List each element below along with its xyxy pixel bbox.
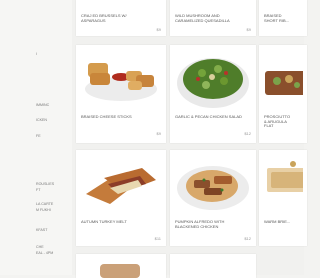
flatbread-photo: [263, 49, 303, 111]
sidebar-item[interactable]: KFAST: [36, 228, 47, 232]
menu-card[interactable]: PROSCIUTTO & ARUGULA FLAT: [259, 45, 307, 143]
menu-card[interactable]: WARM BRIE...: [259, 150, 307, 246]
menu-item-title: GARLIC & PECAN CHICKEN SALAD: [175, 114, 242, 119]
sidebar-item[interactable]: I: [36, 52, 37, 56]
sidebar-item[interactable]: M FUKHI: [36, 208, 51, 212]
pasta-plate-photo: [174, 154, 252, 216]
menu-card[interactable]: AUTUMN TURKEY MELT $11: [76, 150, 166, 246]
cheese-plate-photo: [263, 154, 303, 216]
sidebar-item[interactable]: EAL - 4PM: [36, 251, 53, 255]
menu-item-price: $12: [244, 236, 251, 241]
sidebar-item[interactable]: CHE: [36, 245, 44, 249]
menu-item-price: $9: [156, 131, 161, 136]
fried-cheese-sticks-photo: [80, 49, 162, 111]
panini-photo: [80, 154, 162, 216]
menu-card[interactable]: GARLIC & PECAN CHICKEN SALAD $12: [170, 45, 256, 143]
menu-item-title: BRAISED SHORT RIB...: [264, 13, 289, 23]
sidebar-item[interactable]: ICKEN: [36, 118, 47, 122]
category-sidebar: I IMMINC ICKEN FE ROUSLIES FT LA CARTE M…: [0, 0, 72, 275]
menu-item-title: AUTUMN TURKEY MELT: [81, 219, 127, 224]
menu-item-title: PROSCIUTTO & ARUGULA FLAT: [264, 114, 291, 129]
menu-card[interactable]: CRAJ ED BRUSSELS W/ ASPARAGUS $9: [76, 0, 166, 36]
menu-item-title: WILD MUSHROOM AND CARAMELIZED QUESADILLA: [175, 13, 230, 23]
partial-food-photo: [76, 254, 166, 278]
menu-card[interactable]: BRAISED SHORT RIB...: [259, 0, 307, 36]
sidebar-item[interactable]: IMMINC: [36, 103, 49, 107]
menu-card[interactable]: BRAISED CHEESE STICKS $9: [76, 45, 166, 143]
green-salad-bowl-photo: [174, 49, 252, 111]
menu-item-title: CRAJ ED BRUSSELS W/ ASPARAGUS: [81, 13, 127, 23]
menu-item-price: $11: [154, 236, 161, 241]
sidebar-item[interactable]: LA CARTE: [36, 202, 53, 206]
menu-card[interactable]: WILD MUSHROOM AND CARAMELIZED QUESADILLA…: [170, 0, 256, 36]
menu-item-price: $12: [244, 131, 251, 136]
sidebar-item[interactable]: FT: [36, 188, 40, 192]
menu-item-title: WARM BRIE...: [264, 219, 291, 224]
menu-card[interactable]: [76, 254, 166, 278]
menu-item-price: $9: [156, 27, 161, 32]
sidebar-item[interactable]: ROUSLIES: [36, 182, 54, 186]
menu-card[interactable]: [170, 254, 256, 278]
menu-card[interactable]: PUMPKIN ALFREDO WITH BLACKENED CHICKEN $…: [170, 150, 256, 246]
menu-item-title: PUMPKIN ALFREDO WITH BLACKENED CHICKEN: [175, 219, 225, 229]
menu-item-title: BRAISED CHEESE STICKS: [81, 114, 132, 119]
menu-item-price: $9: [246, 27, 251, 32]
sidebar-item[interactable]: FE: [36, 134, 41, 138]
